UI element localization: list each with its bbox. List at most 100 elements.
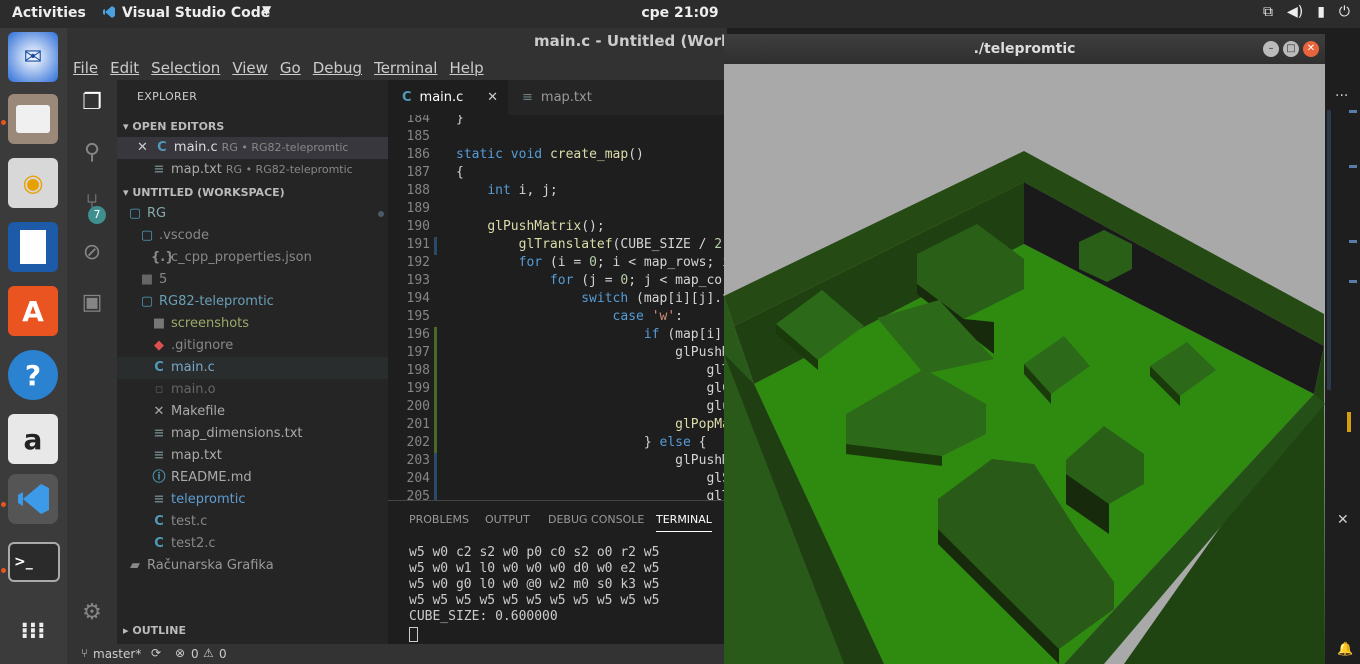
terminal-dock-icon[interactable]: >_ xyxy=(8,542,60,582)
open-editor-map-txt[interactable]: ≡ map.txt RG • RG82-telepromtic xyxy=(117,159,422,181)
menu-help[interactable]: Help xyxy=(443,54,489,80)
tree-item[interactable]: ≡ map.txt xyxy=(117,445,422,467)
3d-scene[interactable] xyxy=(724,64,1325,664)
search-icon[interactable]: ⚲ xyxy=(77,140,107,170)
window-title: main.c - Untitled (Workspace xyxy=(534,32,727,50)
tree-item[interactable]: ◆ .gitignore xyxy=(117,335,422,357)
tree-item[interactable]: ✕ Makefile xyxy=(117,401,422,423)
help-icon[interactable]: ? xyxy=(8,350,58,400)
line-number: 186 xyxy=(406,147,430,162)
code-editor[interactable]: 184} 185 186 static void create_map() 187 {18… xyxy=(388,115,728,500)
git-branch[interactable]: master* xyxy=(93,647,141,661)
menu-terminal[interactable]: Terminal xyxy=(368,54,443,80)
tree-item[interactable]: Ctest2.c xyxy=(117,533,422,555)
maximize-button[interactable]: □ xyxy=(1283,41,1299,57)
terminal-output[interactable]: w5 w0 c2 s2 w0 p0 c0 s2 o0 r2 w5 w5 w0 w1… xyxy=(409,545,659,642)
tree-item[interactable]: ≡ map_dimensions.txt xyxy=(117,423,422,445)
close-icon[interactable]: ✕ xyxy=(137,140,148,155)
sync-icon[interactable]: ⟳ xyxy=(151,646,161,660)
tree-item-selected[interactable]: Cmain.c xyxy=(117,357,422,379)
git-branch-icon[interactable]: ⑂ xyxy=(81,646,88,660)
menu-view[interactable]: View xyxy=(226,54,274,80)
rhythmbox-icon[interactable]: ◉ xyxy=(8,158,58,208)
clock[interactable]: сре 21:09 xyxy=(0,5,1360,21)
code-line: glTranslatef(CUBE_SIZE / 2 xyxy=(518,237,723,252)
error-count: 0 xyxy=(191,647,199,661)
volume-icon[interactable]: ◀) xyxy=(1287,4,1303,20)
gutter-marker xyxy=(434,399,437,417)
tab-terminal[interactable]: TERMINAL xyxy=(656,513,712,532)
workspace-header[interactable]: ▾ UNTITLED (WORKSPACE) xyxy=(123,186,285,199)
error-icon[interactable]: ⊗ xyxy=(175,646,185,660)
code-line: case 'w': xyxy=(612,309,683,324)
explorer-icon[interactable]: ❐ xyxy=(77,90,107,120)
show-apps-icon[interactable]: ⁝⁝⁝ xyxy=(8,606,58,656)
menu-selection[interactable]: Selection xyxy=(145,54,226,80)
code-line: glT xyxy=(456,363,728,378)
menu-file[interactable]: File xyxy=(67,54,104,80)
editor-overview-ruler: ··· ✕ 🔔 xyxy=(1325,80,1360,664)
thunderbird-icon[interactable]: ✉ xyxy=(8,32,58,82)
writer-icon[interactable] xyxy=(8,222,58,272)
code-line: static void create_map() xyxy=(456,147,644,162)
minimize-button[interactable]: – xyxy=(1263,41,1279,57)
tab-problems[interactable]: PROBLEMS xyxy=(409,513,469,526)
network-icon[interactable]: ⧉ xyxy=(1263,4,1273,20)
more-actions-icon[interactable]: ··· xyxy=(1335,88,1348,104)
amazon-icon[interactable]: a xyxy=(8,414,58,464)
warning-icon[interactable]: ⚠ xyxy=(203,646,214,660)
open-editors-header[interactable]: ▾ OPEN EDITORS xyxy=(123,120,224,133)
close-icon[interactable]: ✕ xyxy=(487,80,498,115)
open-editor-main-c[interactable]: ✕ Cmain.c RG • RG82-telepromtic xyxy=(117,137,388,159)
close-button[interactable]: ✕ xyxy=(1303,41,1319,57)
debug-icon[interactable]: ⊘ xyxy=(77,240,107,270)
tree-item[interactable]: {.}c_cpp_properties.json xyxy=(117,247,422,269)
window-titlebar[interactable]: ./telepromtic xyxy=(724,34,1325,64)
menu-debug[interactable]: Debug xyxy=(307,54,368,80)
tab-debug-console[interactable]: DEBUG CONSOLE xyxy=(548,513,644,526)
bottom-panel: PROBLEMS OUTPUT DEBUG CONSOLE TERMINAL w… xyxy=(388,500,728,645)
line-number: 194 xyxy=(406,291,430,306)
extensions-icon[interactable]: ▣ xyxy=(77,290,107,320)
outline-header[interactable]: ▸ OUTLINE xyxy=(123,624,186,637)
tree-item[interactable]: ▰ Računarska Grafika xyxy=(117,555,398,577)
code-line: glT xyxy=(456,489,728,500)
code-line: glPushMatrix(); xyxy=(487,219,605,234)
code-line: glC xyxy=(456,381,728,396)
tree-item[interactable]: ■ screenshots xyxy=(117,313,422,335)
tree-item[interactable]: ▢ RG82-telepromtic xyxy=(117,291,410,313)
tree-item[interactable]: ≡telepromticM xyxy=(117,489,422,511)
explorer-title: EXPLORER xyxy=(137,90,198,103)
gear-icon[interactable]: ⚙ xyxy=(77,600,107,630)
menu-edit[interactable]: Edit xyxy=(104,54,145,80)
code-line: { xyxy=(456,165,464,180)
tree-item[interactable]: ▢ RG xyxy=(117,203,398,225)
tab-output[interactable]: OUTPUT xyxy=(485,513,530,526)
tree-item[interactable]: ▢ .vscode xyxy=(117,225,410,247)
status-bar: ⑂ master* ⟳ ⊗ 0 ⚠ 0 xyxy=(67,644,727,664)
tab-map-txt[interactable]: ≡ map.txt xyxy=(508,80,628,115)
telepromtic-window[interactable]: ./telepromtic – □ ✕ xyxy=(724,34,1325,664)
system-tray: ⧉ ◀) ▮ ⏻ xyxy=(1263,4,1350,20)
tree-item[interactable]: ■ 5 xyxy=(117,269,410,291)
menu-go[interactable]: Go xyxy=(274,54,307,80)
editor-tabs: Cmain.c ✕ ≡ map.txt xyxy=(388,80,728,116)
files-icon[interactable] xyxy=(8,94,58,144)
tree-item[interactable]: ⓘ README.md xyxy=(117,467,422,489)
code-line: glu xyxy=(456,399,728,414)
gutter-marker xyxy=(434,417,437,435)
gutter-marker xyxy=(434,381,437,399)
tab-main-c[interactable]: Cmain.c ✕ xyxy=(388,80,508,116)
close-panel-icon[interactable]: ✕ xyxy=(1337,512,1349,528)
vscode-dock-icon[interactable] xyxy=(8,474,58,524)
battery-icon[interactable]: ▮ xyxy=(1317,4,1325,20)
power-icon[interactable]: ⏻ xyxy=(1339,4,1350,20)
line-number: 200 xyxy=(406,399,430,414)
bell-icon[interactable]: 🔔 xyxy=(1337,642,1353,657)
tree-item[interactable]: Ctest.c xyxy=(117,511,422,533)
gutter-marker xyxy=(434,237,437,255)
tree-item[interactable]: ▫ main.o xyxy=(117,379,422,401)
scm-badge: 7 xyxy=(88,206,106,224)
software-center-icon[interactable]: A xyxy=(8,286,58,336)
explorer-sidebar: EXPLORER ▾ OPEN EDITORS ✕ Cmain.c RG • RG8… xyxy=(117,80,422,644)
